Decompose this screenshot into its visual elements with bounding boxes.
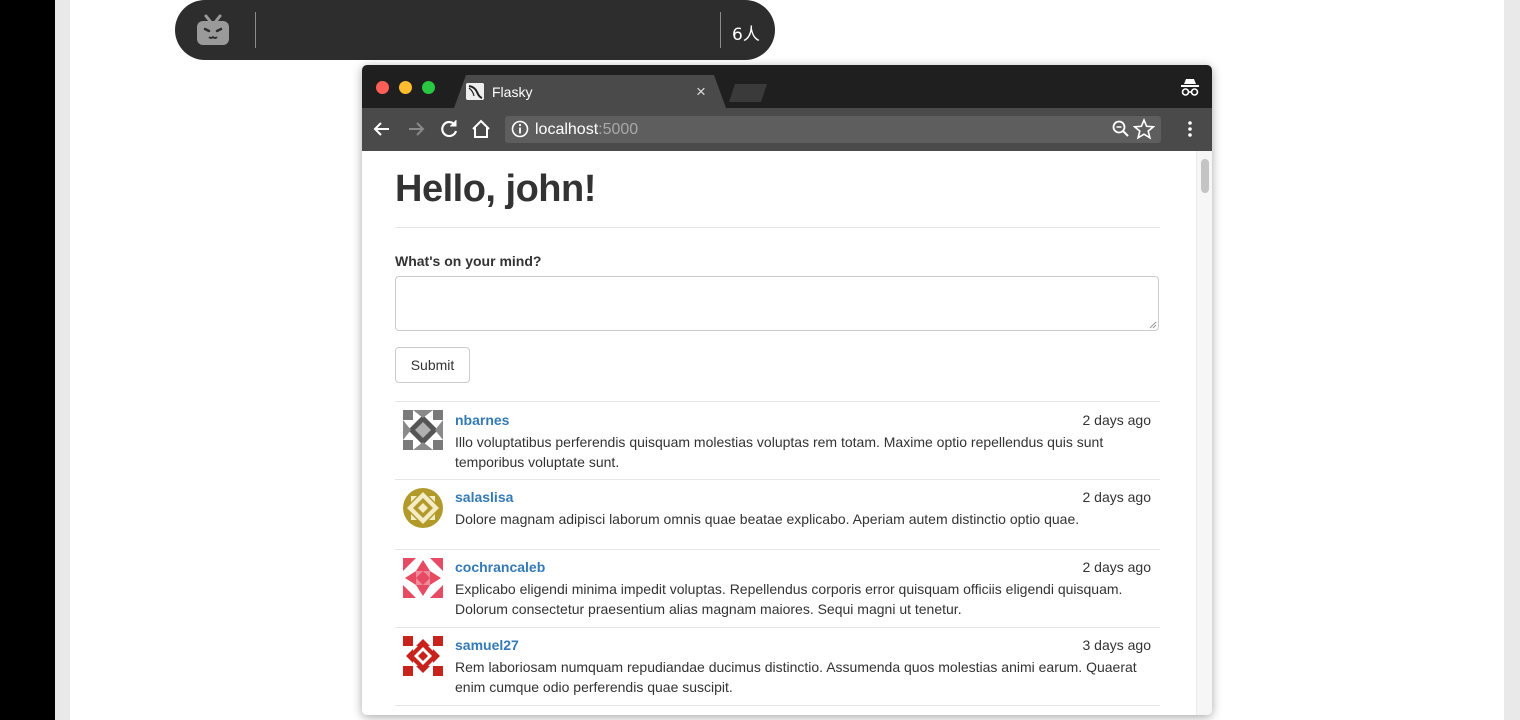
pill-divider-left: [255, 12, 256, 48]
post-body: Dolore magnam adipisci laborum omnis qua…: [455, 511, 1080, 527]
post-item: salaslisa 2 days ago Dolore magnam adipi…: [395, 479, 1160, 550]
page-scrollbar[interactable]: [1196, 151, 1212, 715]
resize-grip-icon[interactable]: [1149, 321, 1157, 329]
back-arrow-icon[interactable]: [370, 117, 394, 141]
post-date: 2 days ago: [1082, 559, 1152, 575]
incognito-icon: [1181, 79, 1199, 96]
tab-flasky[interactable]: Flasky ×: [454, 75, 726, 108]
viewer-count: 6人: [732, 25, 760, 45]
post-author-link[interactable]: nbarnes: [455, 412, 509, 428]
page-title: Hello, john!: [395, 168, 596, 210]
browser-toolbar: localhost:5000: [362, 108, 1212, 151]
post-body: Illo voluptatibus perferendis quisquam m…: [455, 434, 1104, 470]
avatar-identicon[interactable]: [403, 410, 443, 450]
maximize-window-button[interactable]: [422, 81, 435, 94]
new-tab-button[interactable]: [729, 84, 767, 102]
close-window-button[interactable]: [376, 81, 389, 94]
avatar-identicon[interactable]: [403, 636, 443, 676]
post-item: nbarnes 2 days ago Illo voluptatibus per…: [395, 402, 1160, 480]
home-icon[interactable]: [469, 117, 493, 141]
tab-close-button[interactable]: ×: [696, 82, 706, 102]
title-divider: [395, 227, 1160, 228]
info-icon[interactable]: [511, 120, 529, 138]
page-content: Hello, john! What's on your mind? Submit…: [362, 151, 1212, 715]
post-body: Rem laboriosam numquam repudiandae ducim…: [455, 659, 1137, 695]
zoom-icon[interactable]: [1110, 118, 1132, 140]
pill-divider-right: [720, 12, 721, 48]
post-date: 2 days ago: [1082, 489, 1152, 505]
avatar-identicon[interactable]: [403, 488, 443, 528]
browser-window: Flasky × localhost:5000 Hello, john! Wha…: [362, 65, 1212, 715]
forward-arrow-icon[interactable]: [404, 117, 428, 141]
url-host: localhost: [535, 121, 599, 138]
minimize-window-button[interactable]: [399, 81, 412, 94]
post-form-label: What's on your mind?: [395, 253, 542, 269]
left-gray-margin: [55, 0, 70, 720]
tab-title: Flasky: [492, 84, 533, 100]
address-bar[interactable]: localhost:5000: [505, 116, 1161, 143]
post-author-link[interactable]: cochrancaleb: [455, 559, 545, 575]
url-text: localhost:5000: [535, 121, 638, 139]
post-body: Explicabo eligendi minima impedit volupt…: [455, 581, 1123, 617]
reload-icon[interactable]: [437, 117, 461, 141]
flask-favicon-icon: [466, 83, 484, 100]
post-author-link[interactable]: samuel27: [455, 637, 519, 653]
post-date: 2 days ago: [1082, 412, 1152, 428]
bilibili-tv-icon[interactable]: [195, 14, 231, 46]
post-author-link[interactable]: salaslisa: [455, 489, 513, 505]
post-date: 3 days ago: [1082, 637, 1152, 653]
post-item: cochrancaleb 2 days ago Explicabo eligen…: [395, 549, 1160, 628]
avatar-identicon[interactable]: [403, 558, 443, 598]
post-textarea[interactable]: [395, 276, 1159, 331]
submit-button[interactable]: Submit: [395, 347, 470, 383]
left-black-bar: [0, 0, 55, 720]
scrollbar-thumb[interactable]: [1201, 159, 1209, 193]
menu-dots-icon[interactable]: [1180, 117, 1200, 141]
browser-titlebar: Flasky ×: [362, 65, 1212, 108]
post-item: samuel27 3 days ago Rem laboriosam numqu…: [395, 627, 1160, 706]
star-icon[interactable]: [1133, 118, 1155, 140]
video-overlay-bar: 6人: [175, 0, 775, 60]
right-gray-margin: [1504, 0, 1520, 720]
url-port: :5000: [598, 121, 639, 138]
